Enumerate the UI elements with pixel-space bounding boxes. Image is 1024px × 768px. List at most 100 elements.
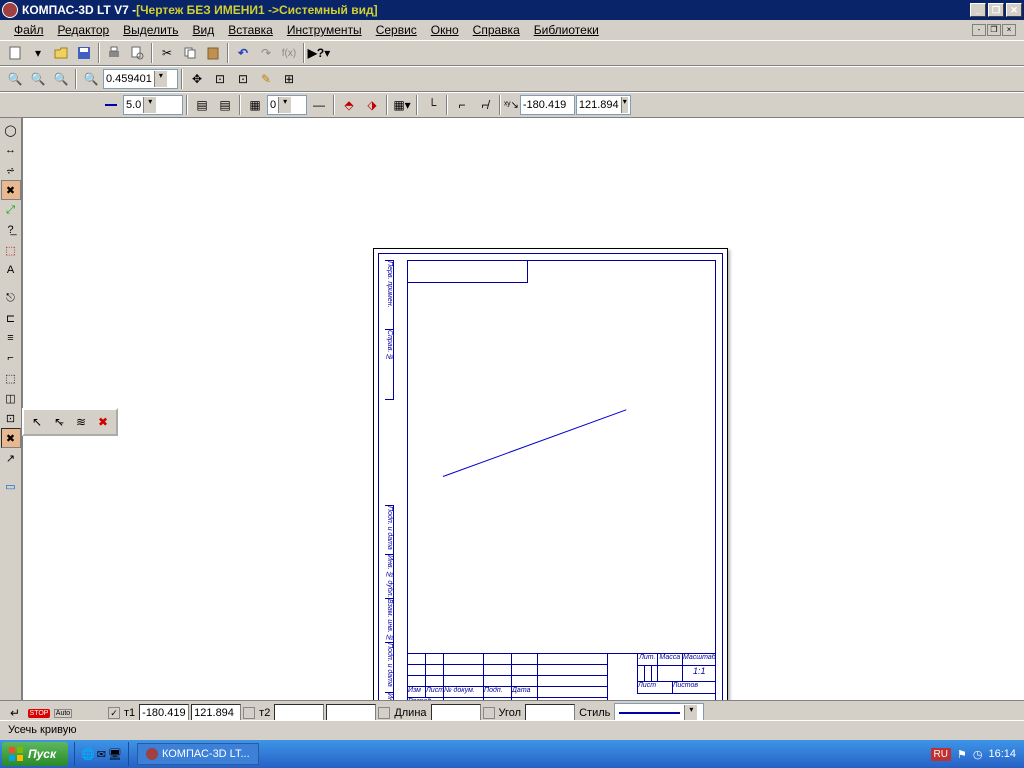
line-style-icon[interactable] (100, 94, 122, 116)
local-cs-icon[interactable]: ⌐ (451, 94, 473, 116)
text-tool[interactable]: ⩫ (1, 160, 21, 180)
zoom-input[interactable]: 0.459401▾ (103, 69, 178, 89)
dimension-tool[interactable]: ↔ (1, 140, 21, 160)
status-bar: Усечь кривую (0, 720, 1024, 740)
minimize-button[interactable]: _ (970, 3, 986, 17)
new-button[interactable] (4, 42, 26, 64)
paste-button[interactable] (202, 42, 224, 64)
refresh-icon[interactable]: ⊞ (278, 68, 300, 90)
quick-mail-icon[interactable]: ✉ (97, 748, 106, 761)
menu-libs[interactable]: Библиотеки (528, 21, 605, 39)
preview-button[interactable] (126, 42, 148, 64)
extend-tool[interactable]: ⊏ (1, 308, 21, 328)
tray-icon-1[interactable]: ⚑ (957, 748, 967, 761)
menu-file[interactable]: Файл (8, 21, 50, 39)
menu-select[interactable]: Выделить (117, 21, 184, 39)
tray-icon-2[interactable]: ◷ (973, 748, 983, 761)
angle-label: Угол (497, 707, 524, 719)
menu-view[interactable]: Вид (187, 21, 221, 39)
menu-edit[interactable]: Редактор (52, 21, 116, 39)
snap-mid-icon[interactable]: ⬗ (361, 94, 383, 116)
geometry-tool[interactable]: ◯ (1, 120, 21, 140)
copy-tool[interactable]: ▭ (1, 476, 21, 496)
menu-window[interactable]: Окно (425, 21, 465, 39)
cs-toggle-icon[interactable]: ⌐̸ (474, 94, 496, 116)
menu-insert[interactable]: Вставка (222, 21, 279, 39)
print-button[interactable] (103, 42, 125, 64)
zoom-out-icon[interactable]: 🔍 (27, 68, 49, 90)
new-dropdown-icon[interactable]: ▾ (27, 42, 49, 64)
help-pointer-button[interactable]: ▶?▾ (308, 42, 330, 64)
menu-tools[interactable]: Инструменты (281, 21, 368, 39)
quick-ie-icon[interactable]: 🌐 (81, 748, 95, 761)
ortho-icon[interactable]: └ (421, 94, 443, 116)
redo-button[interactable]: ↷ (255, 42, 277, 64)
t1-label: т1 (122, 707, 137, 719)
layer2-icon[interactable]: ▤ (214, 94, 236, 116)
mirror-tool[interactable]: ◫ (1, 388, 21, 408)
drawing-canvas[interactable]: Перв. примен. Справ. № Подп. и дата Инв.… (22, 118, 1024, 720)
length-lock-icon[interactable] (378, 707, 390, 719)
length-label: Длина (392, 707, 428, 719)
fillet-tool[interactable]: ⌐ (1, 348, 21, 368)
zoom-fit-icon[interactable]: 🔍 (80, 68, 102, 90)
cut-button[interactable]: ✂ (156, 42, 178, 64)
grid-icon[interactable]: ▦▾ (391, 94, 413, 116)
chamfer-tool[interactable]: ⬚ (1, 368, 21, 388)
trim2-button[interactable]: ↖̵ (48, 411, 70, 433)
menu-service[interactable]: Сервис (370, 21, 423, 39)
layer-icon[interactable]: ▤ (191, 94, 213, 116)
zoom-prev-icon[interactable]: ⊡ (232, 68, 254, 90)
trim-tool[interactable]: ⎋ (1, 288, 21, 308)
view-toolbar: 🔍 🔍 🔍 🔍 0.459401▾ ✥ ⊡ ⊡ ✎ ⊞ (0, 66, 1024, 92)
t1-lock-icon[interactable]: ✓ (108, 707, 120, 719)
quick-desktop-icon[interactable]: 🖥 (108, 748, 122, 761)
undo-button[interactable]: ↶ (232, 42, 254, 64)
cut-curve-tool[interactable]: ✖ (1, 428, 21, 448)
clock: 16:14 (988, 748, 1016, 760)
zoom-in-icon[interactable]: 🔍 (4, 68, 26, 90)
open-button[interactable] (50, 42, 72, 64)
close-button[interactable]: ✕ (1006, 3, 1022, 17)
task-app-icon (146, 748, 158, 760)
save-button[interactable] (73, 42, 95, 64)
move-tool[interactable]: ↗ (1, 448, 21, 468)
zoom-dyn-icon[interactable]: ⊡ (209, 68, 231, 90)
drawn-line[interactable] (443, 409, 627, 477)
language-indicator[interactable]: RU (931, 748, 951, 761)
spec-tool[interactable]: A (1, 260, 21, 280)
style-label: Стиль (577, 707, 612, 719)
start-button[interactable]: Пуск (2, 742, 68, 766)
trim4-button[interactable]: ✖ (92, 411, 114, 433)
mdi-restore-button[interactable]: ❐ (987, 24, 1001, 36)
trim3-button[interactable]: ≋ (70, 411, 92, 433)
mdi-close-button[interactable]: × (1002, 24, 1016, 36)
trim1-button[interactable]: ↖ (26, 411, 48, 433)
pan-icon[interactable]: ✥ (186, 68, 208, 90)
break-tool[interactable]: ≡ (1, 328, 21, 348)
linewidth-input[interactable]: 5.0▾ (123, 95, 183, 115)
edit-tool[interactable]: ✖ (1, 180, 21, 200)
select-tool[interactable]: ⬚ (1, 240, 21, 260)
layer-select[interactable]: 0▾ (267, 95, 307, 115)
redraw-icon[interactable]: ✎ (255, 68, 277, 90)
flyout-toolbar[interactable]: ↖ ↖̵ ≋ ✖ (22, 408, 118, 436)
doc-title: [Чертеж БЕЗ ИМЕНИ1 ->Системный вид] (136, 3, 377, 17)
transform-tool[interactable]: ⊡ (1, 408, 21, 428)
angle-lock-icon[interactable] (483, 707, 495, 719)
maximize-button[interactable]: ❐ (988, 3, 1004, 17)
menu-help[interactable]: Справка (467, 21, 526, 39)
current-state-toolbar: 5.0▾ ▤ ▤ ▦ 0▾ — ⬘ ⬗ ▦▾ └ ⌐ ⌐̸ ˣʸ↘ -180.4… (0, 92, 1024, 118)
mdi-minimize-button[interactable]: - (972, 24, 986, 36)
param-tool[interactable]: ⤢ (1, 200, 21, 220)
fx-button[interactable]: f(x) (278, 42, 300, 64)
snap-end-icon[interactable]: ⬘ (338, 94, 360, 116)
window-titlebar: КОМПАС-3D LT V7 - [Чертеж БЕЗ ИМЕНИ1 ->С… (0, 0, 1024, 20)
zoom-window-icon[interactable]: 🔍 (50, 68, 72, 90)
layers-mgr-icon[interactable]: ▦ (244, 94, 266, 116)
t2-lock-icon[interactable] (243, 707, 255, 719)
taskbar-app[interactable]: КОМПАС-3D LT... (137, 743, 259, 765)
layer-color-icon[interactable]: — (308, 94, 330, 116)
copy-button[interactable] (179, 42, 201, 64)
measure-tool[interactable]: ?̲ (1, 220, 21, 240)
